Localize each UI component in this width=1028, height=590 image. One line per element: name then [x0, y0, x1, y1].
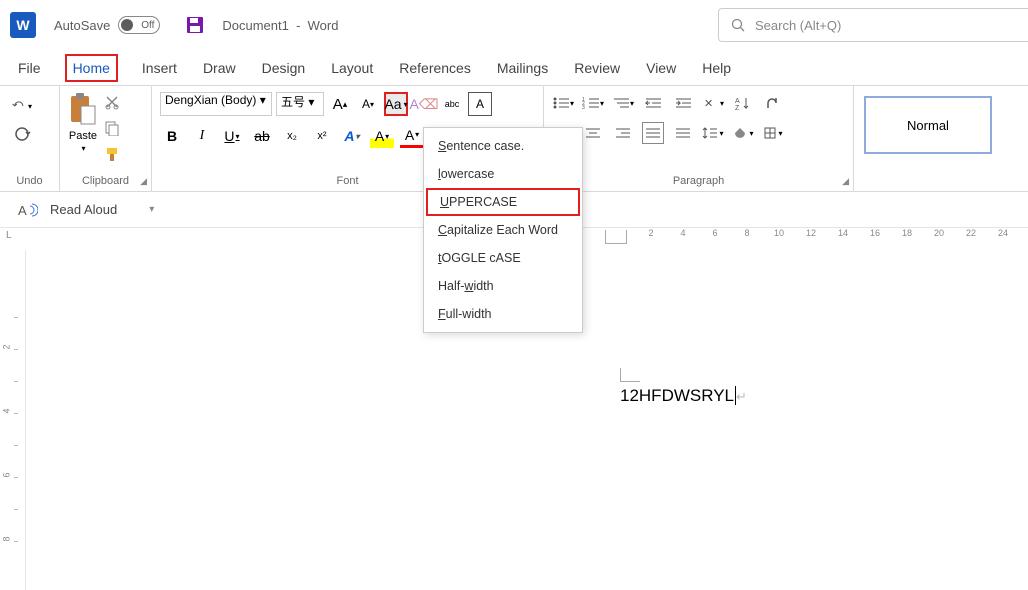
paragraph-group-label: Paragraph — [552, 175, 845, 189]
ruler-corner: L — [0, 228, 18, 243]
show-paragraph-marks-button[interactable] — [762, 92, 784, 114]
horizontal-ruler[interactable]: 2 4 6 8 10 12 14 16 18 20 22 24 — [605, 228, 1028, 248]
svg-text:Z: Z — [735, 105, 740, 110]
italic-button[interactable]: I — [190, 124, 214, 148]
case-lowercase[interactable]: lowercase — [424, 160, 582, 188]
bold-button[interactable]: B — [160, 124, 184, 148]
underline-button[interactable]: U▾ — [220, 124, 244, 148]
char-border-button[interactable]: A — [468, 92, 492, 116]
clipboard-group: Paste ▾ Clipboard ◢ — [60, 86, 152, 191]
numbering-button[interactable]: 123▾ — [582, 92, 604, 114]
autosave-toggle[interactable]: AutoSave Off — [54, 16, 168, 34]
borders-button[interactable]: ▾ — [762, 122, 784, 144]
shrink-font-button[interactable]: A▾ — [356, 92, 380, 116]
case-fullwidth[interactable]: Full-width — [424, 300, 582, 328]
toggle-switch[interactable]: Off — [118, 16, 160, 34]
distributed-button[interactable] — [672, 122, 694, 144]
align-justify-button[interactable] — [642, 122, 664, 144]
font-size-select[interactable]: 五号 ▾ — [276, 92, 324, 116]
phonetic-guide-button[interactable]: abc — [440, 92, 464, 116]
paste-button[interactable]: Paste ▾ — [68, 92, 98, 164]
undo-group: ▾ Undo — [0, 86, 60, 191]
strikethrough-button[interactable]: ab — [250, 124, 274, 148]
paste-icon — [68, 92, 98, 128]
text-effects-button[interactable]: A▾ — [340, 124, 364, 148]
tab-file[interactable]: File — [16, 54, 43, 82]
save-icon[interactable] — [186, 16, 204, 34]
change-case-button[interactable]: Aa▾ — [384, 92, 408, 116]
multilevel-list-button[interactable]: ▾ — [612, 92, 634, 114]
font-name-select[interactable]: DengXian (Body) ▾ — [160, 92, 272, 116]
word-app-icon: W — [10, 12, 36, 38]
clipboard-dialog-launcher[interactable]: ◢ — [140, 176, 147, 187]
decrease-indent-button[interactable] — [642, 92, 664, 114]
tab-help[interactable]: Help — [700, 54, 733, 82]
change-case-menu: Sentence case. lowercase UPPERCASE Capit… — [423, 127, 583, 333]
increase-indent-button[interactable] — [672, 92, 694, 114]
repeat-button[interactable] — [12, 124, 32, 144]
styles-group: Normal — [854, 86, 1009, 191]
font-color-button[interactable]: A▾ — [400, 124, 424, 148]
superscript-button[interactable]: x² — [310, 124, 334, 148]
cut-button[interactable] — [102, 92, 122, 112]
case-uppercase[interactable]: UPPERCASE — [426, 188, 580, 216]
ribbon-tabs: File Home Insert Draw Design Layout Refe… — [0, 50, 1028, 86]
case-capitalize[interactable]: Capitalize Each Word — [424, 216, 582, 244]
undo-button[interactable]: ▾ — [12, 96, 32, 116]
clipboard-group-label: Clipboard — [68, 175, 143, 189]
shading-button[interactable]: ▾ — [732, 122, 754, 144]
paragraph-group: ▾ 123▾ ▾ ✕▾ AZ ▾ ▾ ▾ Paragraph ◢ — [544, 86, 854, 191]
document-text[interactable]: 12HFDWSRYL↵ — [620, 386, 747, 405]
document-title: Document1 - Word — [222, 18, 338, 33]
svg-text:3: 3 — [582, 105, 585, 110]
tab-draw[interactable]: Draw — [201, 54, 238, 82]
tab-layout[interactable]: Layout — [329, 54, 375, 82]
read-aloud-dropdown[interactable]: ▾ — [149, 204, 154, 215]
case-toggle[interactable]: tOGGLE cASE — [424, 244, 582, 272]
svg-text:A: A — [18, 203, 27, 218]
case-sentence[interactable]: Sentence case. — [424, 132, 582, 160]
read-aloud-icon: A — [18, 202, 38, 218]
search-icon — [731, 18, 745, 32]
tab-review[interactable]: Review — [572, 54, 622, 82]
tab-references[interactable]: References — [397, 54, 473, 82]
style-normal[interactable]: Normal — [864, 96, 992, 154]
asian-layout-button[interactable]: ✕▾ — [702, 92, 724, 114]
margin-marker — [620, 368, 640, 382]
copy-button[interactable] — [102, 118, 122, 138]
align-right-button[interactable] — [612, 122, 634, 144]
autosave-label: AutoSave — [54, 18, 110, 33]
clear-formatting-button[interactable]: A⌫ — [412, 92, 436, 116]
search-input[interactable]: Search (Alt+Q) — [718, 8, 1028, 42]
sort-button[interactable]: AZ — [732, 92, 754, 114]
line-spacing-button[interactable]: ▾ — [702, 122, 724, 144]
tab-design[interactable]: Design — [260, 54, 308, 82]
align-center-button[interactable] — [582, 122, 604, 144]
page-content[interactable]: 12HFDWSRYL↵ — [620, 368, 747, 406]
tab-mailings[interactable]: Mailings — [495, 54, 550, 82]
undo-group-label: Undo — [8, 175, 51, 189]
tab-insert[interactable]: Insert — [140, 54, 179, 82]
tab-home[interactable]: Home — [65, 54, 118, 82]
search-placeholder: Search (Alt+Q) — [755, 18, 841, 33]
bullets-button[interactable]: ▾ — [552, 92, 574, 114]
paragraph-dialog-launcher[interactable]: ◢ — [842, 176, 849, 187]
highlight-button[interactable]: A▾ — [370, 124, 394, 148]
title-bar: W AutoSave Off Document1 - Word Search (… — [0, 0, 1028, 50]
format-painter-button[interactable] — [102, 144, 122, 164]
vertical-ruler[interactable]: 2 4 6 8 — [0, 250, 26, 590]
grow-font-button[interactable]: A▴ — [328, 92, 352, 116]
case-halfwidth[interactable]: Half-width — [424, 272, 582, 300]
svg-text:✕: ✕ — [704, 98, 713, 110]
read-aloud-label[interactable]: Read Aloud — [50, 202, 117, 217]
svg-text:A: A — [735, 98, 740, 105]
toggle-state: Off — [141, 20, 154, 31]
subscript-button[interactable]: x₂ — [280, 124, 304, 148]
tab-view[interactable]: View — [644, 54, 678, 82]
